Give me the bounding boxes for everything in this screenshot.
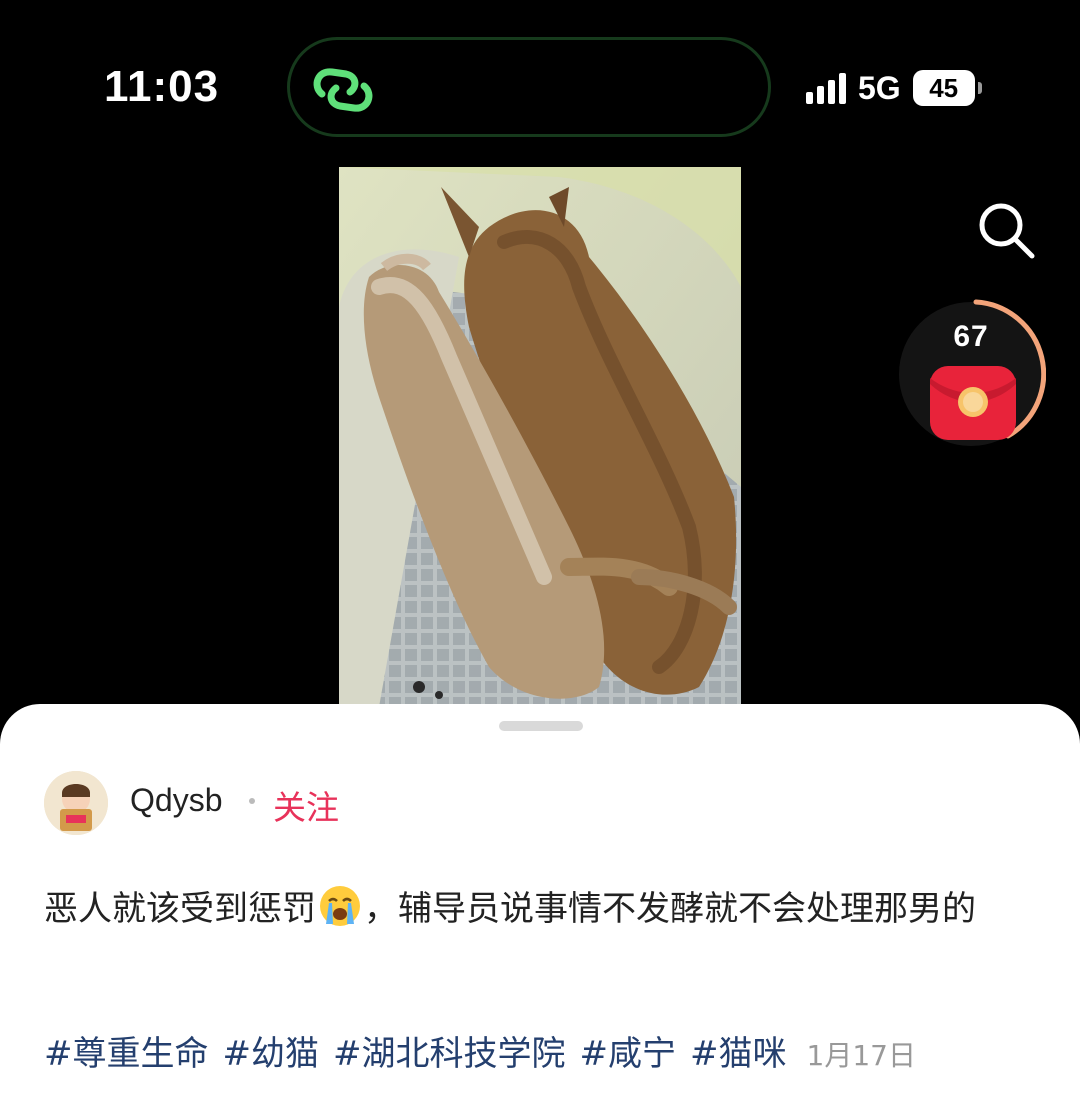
crying-face-icon bbox=[320, 886, 360, 926]
red-packet-widget[interactable]: 67 bbox=[896, 298, 1047, 450]
description-text-1: 恶人就该受到惩罚 bbox=[44, 889, 316, 929]
sheet-handle[interactable] bbox=[499, 721, 583, 731]
description-text-2: ，辅导员说事情不发酵就不会处理那男的 bbox=[364, 889, 976, 929]
hashtag[interactable]: #猫咪 bbox=[690, 1034, 787, 1074]
post-photo[interactable] bbox=[339, 167, 741, 707]
avatar[interactable] bbox=[44, 771, 108, 835]
author-name[interactable]: Qdysb bbox=[130, 782, 222, 819]
hashtag[interactable]: #幼猫 bbox=[223, 1034, 320, 1074]
follow-button[interactable]: 关注 bbox=[273, 781, 339, 829]
network-type: 5G bbox=[858, 69, 901, 106]
app-link-icon bbox=[313, 68, 373, 112]
battery-level: 45 bbox=[929, 72, 959, 103]
separator-dot bbox=[249, 798, 255, 804]
hashtag[interactable]: #咸宁 bbox=[580, 1034, 677, 1074]
dynamic-island[interactable] bbox=[287, 37, 771, 137]
status-time: 11:03 bbox=[104, 62, 220, 111]
cats-image bbox=[339, 167, 741, 707]
search-icon[interactable] bbox=[974, 198, 1038, 262]
red-packet-count: 67 bbox=[953, 320, 989, 353]
hashtag[interactable]: #湖北科技学院 bbox=[333, 1034, 566, 1074]
signal-icon bbox=[806, 72, 846, 104]
comment-sheet: Qdysb 关注 恶人就该受到惩罚 ，辅导员说事情不发酵就不会处理那男的 #尊重… bbox=[0, 704, 1080, 1104]
post-date: 1月17日 bbox=[806, 1039, 916, 1072]
post-description: 恶人就该受到惩罚 ，辅导员说事情不发酵就不会处理那男的 bbox=[44, 876, 1044, 942]
hashtag-row: #尊重生命 #幼猫 #湖北科技学院 #咸宁 #猫咪 1月17日 bbox=[44, 1026, 916, 1075]
battery-icon: 45 bbox=[912, 70, 982, 106]
hashtag[interactable]: #尊重生命 bbox=[44, 1034, 209, 1074]
status-indicators: 5G 45 bbox=[806, 68, 982, 108]
